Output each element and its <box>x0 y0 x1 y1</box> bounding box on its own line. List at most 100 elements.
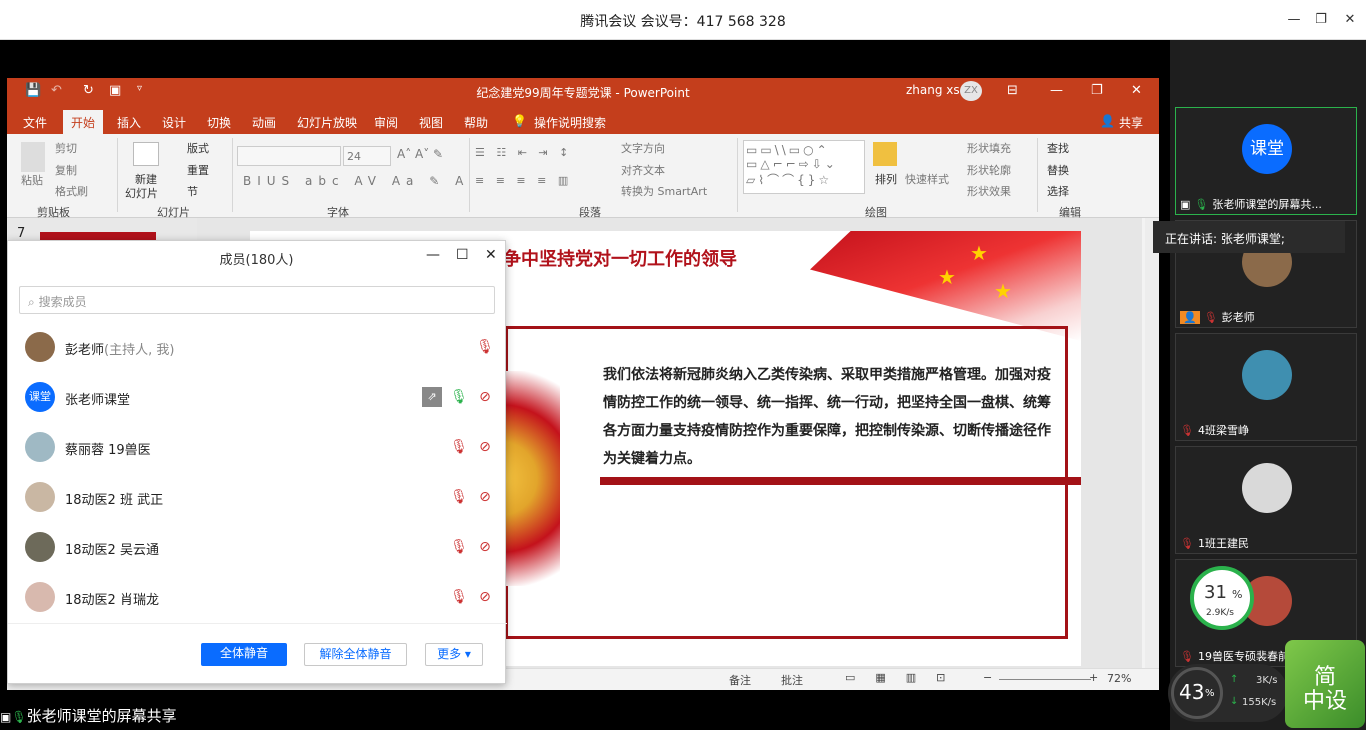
mic-muted-icon[interactable]: 🎙 <box>449 537 469 557</box>
participant-name: 19兽医专硕裴春前 <box>1197 650 1289 663</box>
avatar <box>25 332 55 362</box>
tab-home[interactable]: 开始 <box>63 110 104 137</box>
reset-button[interactable]: 重置 <box>187 162 209 178</box>
thumb-number: 7 <box>17 226 26 241</box>
tell-me-search[interactable]: 操作说明搜索 <box>534 114 606 131</box>
shapes-gallery[interactable]: ▭▭\\▭○⌃ ▭△⌐⌐⇨⇩⌄ ▱⌇⌒⌒{}☆ <box>743 140 865 194</box>
slide-scrollbar[interactable] <box>1145 218 1159 668</box>
restore-icon[interactable]: ❐ <box>1311 10 1331 30</box>
new-slide-label[interactable]: 幻灯片 <box>125 185 158 201</box>
avatar <box>1242 350 1292 400</box>
unmute-all-button[interactable]: 解除全体静音 <box>304 643 407 666</box>
member-row[interactable]: 课堂 张老师课堂 ⇗ 🎙 ⊘ <box>8 372 507 422</box>
mic-icon[interactable]: 🎙 <box>449 387 469 407</box>
replace-button[interactable]: 替换 <box>1047 162 1069 178</box>
paste-button[interactable]: 粘贴 <box>21 172 43 188</box>
participant-tile[interactable]: 🎙 1班王建民 <box>1175 446 1357 554</box>
tab-help[interactable]: 帮助 <box>464 114 488 131</box>
share-caption-bar: ▣🎙张老师课堂的屏幕共享 <box>0 705 600 730</box>
avatar: 课堂 <box>25 382 55 412</box>
member-row[interactable]: 彭老师(主持人, 我) 🎙 <box>8 322 507 372</box>
ppt-restore-icon[interactable]: ❐ <box>1091 83 1103 98</box>
screen-share-icon[interactable]: ⇗ <box>422 387 442 407</box>
zoom-slider[interactable] <box>999 679 1091 680</box>
smartart-button[interactable]: 转换为 SmartArt <box>621 183 707 199</box>
more-button[interactable]: 更多 ▾ <box>425 643 483 666</box>
font-grow-icon[interactable]: A˄ A˅ ✎ <box>397 147 443 161</box>
search-input[interactable]: ⌕ 搜索成员 <box>19 286 495 314</box>
close-icon[interactable]: ✕ <box>485 247 497 263</box>
user-avatar[interactable]: ZX <box>960 81 982 101</box>
shape-outline-button[interactable]: 形状轮廓 <box>967 162 1011 178</box>
member-row[interactable]: 18动医2 肖瑞龙 🎙 ⊘ <box>8 572 507 622</box>
tab-animations[interactable]: 动画 <box>252 114 276 131</box>
tab-file[interactable]: 文件 <box>23 114 47 131</box>
zoom-in[interactable]: + <box>1089 671 1098 684</box>
arrange-icon[interactable] <box>873 142 897 166</box>
cpu-gauge[interactable]: 31 % 2.9K/s <box>1190 566 1254 630</box>
layout-button[interactable]: 版式 <box>187 140 209 156</box>
minimize-icon[interactable]: — <box>426 247 440 263</box>
quick-styles-button[interactable]: 快速样式 <box>905 171 949 187</box>
participant-tile[interactable]: 课堂 ▣ 🎙 张老师课堂的屏幕共... <box>1175 107 1357 215</box>
maximize-icon[interactable]: ☐ <box>456 247 469 263</box>
member-row[interactable]: 蔡丽蓉 19兽医 🎙 ⊘ <box>8 422 507 472</box>
divider <box>8 623 507 624</box>
align-icons[interactable]: ≡ ≡ ≡ ≡ ▥ <box>475 174 572 187</box>
list-icons[interactable]: ☰ ☷ ⇤ ⇥ ↕ <box>475 146 572 159</box>
tab-slideshow[interactable]: 幻灯片放映 <box>297 114 357 131</box>
arrange-button[interactable]: 排列 <box>875 171 897 187</box>
ppt-minimize-icon[interactable]: — <box>1050 83 1063 98</box>
tab-design[interactable]: 设计 <box>162 114 186 131</box>
text-direction-button[interactable]: 文字方向 <box>621 140 665 156</box>
shape-fill-button[interactable]: 形状填充 <box>967 140 1011 156</box>
minimize-icon[interactable]: — <box>1284 10 1304 30</box>
tab-view[interactable]: 视图 <box>419 114 443 131</box>
view-icons[interactable]: ▭▦▥⊡ <box>845 671 965 684</box>
memory-widget[interactable]: 43 % ↑ 3K/s ↓ 155K/s <box>1168 664 1288 722</box>
notes-button[interactable]: 备注 <box>729 672 751 688</box>
cut-button[interactable]: 剪切 <box>55 140 77 156</box>
camera-off-icon[interactable]: ⊘ <box>475 537 495 557</box>
camera-off-icon[interactable]: ⊘ <box>475 387 495 407</box>
camera-off-icon[interactable]: ⊘ <box>475 437 495 457</box>
participant-tile[interactable]: 🎙 4班梁雪峥 <box>1175 333 1357 441</box>
app-logo[interactable]: 简 中设 <box>1285 640 1365 728</box>
mic-muted-icon[interactable]: 🎙 <box>475 337 495 357</box>
mic-muted-icon[interactable]: 🎙 <box>449 437 469 457</box>
font-name-select[interactable] <box>237 146 341 166</box>
comments-button[interactable]: 批注 <box>781 672 803 688</box>
close-icon[interactable]: ✕ <box>1340 10 1360 30</box>
select-button[interactable]: 选择 <box>1047 183 1069 199</box>
font-format-icons[interactable]: BIUS abc AV Aa ✎ A <box>243 174 469 188</box>
mute-all-button[interactable]: 全体静音 <box>201 643 287 666</box>
ppt-close-icon[interactable]: ✕ <box>1131 83 1142 98</box>
tab-insert[interactable]: 插入 <box>117 114 141 131</box>
copy-button[interactable]: 复制 <box>55 162 77 178</box>
new-slide-icon[interactable] <box>133 142 159 166</box>
share-button[interactable]: 共享 <box>1119 114 1143 131</box>
divider <box>232 138 233 212</box>
search-placeholder: 搜索成员 <box>38 295 87 309</box>
member-row[interactable]: 18动医2 吴云通 🎙 ⊘ <box>8 522 507 572</box>
font-size-select[interactable]: 24 <box>343 146 391 166</box>
mic-muted-icon: 🎙 <box>1180 423 1194 437</box>
star-icon: ★ <box>938 265 956 289</box>
tab-review[interactable]: 审阅 <box>374 114 398 131</box>
zoom-out[interactable]: − <box>983 671 992 684</box>
ribbon-display-icon[interactable]: ⊟ <box>1007 83 1018 98</box>
camera-off-icon[interactable]: ⊘ <box>475 487 495 507</box>
member-row[interactable]: 18动医2 班 武正 🎙 ⊘ <box>8 472 507 522</box>
format-painter-button[interactable]: 格式刷 <box>55 183 88 199</box>
camera-off-icon[interactable]: ⊘ <box>475 587 495 607</box>
section-button[interactable]: 节 <box>187 183 198 199</box>
find-button[interactable]: 查找 <box>1047 140 1069 156</box>
mic-muted-icon[interactable]: 🎙 <box>449 587 469 607</box>
tab-transitions[interactable]: 切换 <box>207 114 231 131</box>
shape-effects-button[interactable]: 形状效果 <box>967 183 1011 199</box>
paste-icon[interactable] <box>21 142 45 172</box>
mic-muted-icon: 🎙 <box>1180 536 1194 550</box>
align-text-button[interactable]: 对齐文本 <box>621 162 665 178</box>
zoom-level[interactable]: 72% <box>1107 672 1131 685</box>
mic-muted-icon[interactable]: 🎙 <box>449 487 469 507</box>
